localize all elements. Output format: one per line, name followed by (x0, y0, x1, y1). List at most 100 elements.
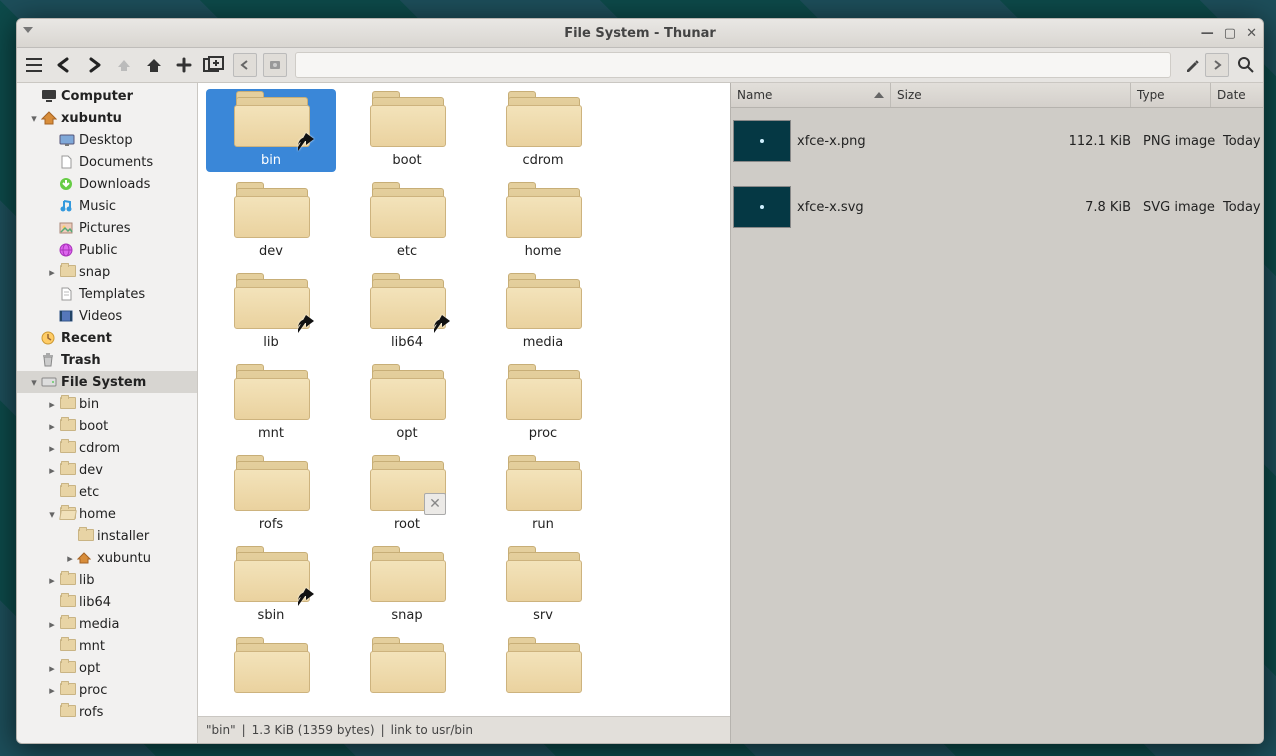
sidebar-fs-mnt[interactable]: mnt (17, 635, 197, 657)
folder-sbin[interactable]: sbin (206, 544, 336, 627)
preview-header[interactable]: Name Size Type Date (731, 83, 1263, 108)
up-button[interactable] (111, 52, 137, 78)
folder-rofs[interactable]: rofs (206, 453, 336, 536)
column-type[interactable]: Type (1131, 83, 1211, 107)
sidebar-fs-dev[interactable]: ▸ dev (17, 459, 197, 481)
folder-icon (59, 264, 77, 280)
sidebar-recent[interactable]: Recent (17, 327, 197, 349)
sidebar-fs-etc[interactable]: etc (17, 481, 197, 503)
sidebar-home[interactable]: ▾ xubuntu (17, 107, 197, 129)
sidebar-filesystem[interactable]: ▾ File System (17, 371, 197, 393)
folder-partial[interactable] (478, 635, 608, 703)
close-button[interactable]: ✕ (1246, 26, 1257, 41)
edit-path-button[interactable] (1179, 52, 1205, 78)
path-root-icon[interactable] (263, 53, 287, 77)
expander-icon[interactable]: ▸ (45, 398, 59, 411)
expander-icon[interactable]: ▸ (45, 618, 59, 631)
minimize-button[interactable]: — (1201, 26, 1214, 41)
expander-icon[interactable]: ▸ (45, 684, 59, 697)
sidebar-item-music[interactable]: Music (17, 195, 197, 217)
column-size[interactable]: Size (891, 83, 1131, 107)
folder-bin[interactable]: bin (206, 89, 336, 172)
folder-partial[interactable] (206, 635, 336, 703)
sidebar-fs-rofs[interactable]: rofs (17, 701, 197, 723)
sidebar-fs-installer[interactable]: installer (17, 525, 197, 547)
sidebar-item-templates[interactable]: Templates (17, 283, 197, 305)
sidebar-fs-media[interactable]: ▸ media (17, 613, 197, 635)
column-date[interactable]: Date (1211, 83, 1263, 107)
new-tab-button[interactable] (201, 52, 227, 78)
folder-lib64[interactable]: lib64 (342, 271, 472, 354)
sidebar-fs-opt[interactable]: ▸ opt (17, 657, 197, 679)
preview-row[interactable]: xfce-x.svg 7.8 KiB SVG image Today (731, 174, 1263, 240)
sidebar-trash[interactable]: Trash (17, 349, 197, 371)
sidebar-item-public[interactable]: Public (17, 239, 197, 261)
sidebar-fs-lib64[interactable]: lib64 (17, 591, 197, 613)
preview-body[interactable]: xfce-x.png 112.1 KiB PNG image Today xfc… (731, 108, 1263, 743)
column-name[interactable]: Name (731, 83, 891, 107)
expander-icon[interactable]: ▸ (45, 442, 59, 455)
folder-home[interactable]: home (478, 180, 608, 263)
sidebar-computer[interactable]: Computer (17, 85, 197, 107)
sidebar-fs-home[interactable]: ▾ home (17, 503, 197, 525)
folder-boot[interactable]: boot (342, 89, 472, 172)
expander-icon[interactable]: ▾ (27, 112, 41, 125)
folder-root[interactable]: ✕ root (342, 453, 472, 536)
new-button[interactable] (171, 52, 197, 78)
folder-run[interactable]: run (478, 453, 608, 536)
sidebar-fs-cdrom[interactable]: ▸ cdrom (17, 437, 197, 459)
expander-icon[interactable]: ▸ (63, 552, 77, 565)
sidebar-item-documents[interactable]: Documents (17, 151, 197, 173)
folder-proc[interactable]: proc (478, 362, 608, 445)
folder-icon (59, 660, 77, 676)
sidebar-item-videos[interactable]: Videos (17, 305, 197, 327)
sidebar-fs-boot[interactable]: ▸ boot (17, 415, 197, 437)
folder-icon (502, 275, 584, 331)
folder-srv[interactable]: srv (478, 544, 608, 627)
hamburger-menu-icon[interactable] (21, 52, 47, 78)
home-button[interactable] (141, 52, 167, 78)
sidebar-item-desktop[interactable]: Desktop (17, 129, 197, 151)
sidebar-fs-lib[interactable]: ▸ lib (17, 569, 197, 591)
folder-mnt[interactable]: mnt (206, 362, 336, 445)
sidebar-fs-bin[interactable]: ▸ bin (17, 393, 197, 415)
sidebar-item-pictures[interactable]: Pictures (17, 217, 197, 239)
expander-icon[interactable]: ▸ (45, 574, 59, 587)
icon-view[interactable]: bin boot cdrom dev etc home lib (198, 83, 730, 716)
sidebar[interactable]: Computer ▾ xubuntu Desktop Documents Dow… (17, 83, 198, 743)
preview-row[interactable]: xfce-x.png 112.1 KiB PNG image Today (731, 108, 1263, 174)
sidebar-fs-proc[interactable]: ▸ proc (17, 679, 197, 701)
back-button[interactable] (51, 52, 77, 78)
folder-lib[interactable]: lib (206, 271, 336, 354)
path-next-button[interactable] (1205, 53, 1229, 77)
path-prev-button[interactable] (233, 53, 257, 77)
folder-etc[interactable]: etc (342, 180, 472, 263)
sidebar-fs-xubuntu[interactable]: ▸ xubuntu (17, 547, 197, 569)
downloads-icon (59, 177, 77, 191)
folder-icon (230, 275, 312, 331)
folder-media[interactable]: media (478, 271, 608, 354)
folder-label: run (532, 517, 554, 532)
expander-icon[interactable]: ▾ (45, 508, 59, 521)
folder-cdrom[interactable]: cdrom (478, 89, 608, 172)
trash-icon (41, 353, 59, 367)
folder-icon (230, 366, 312, 422)
folder-snap[interactable]: snap (342, 544, 472, 627)
pictures-icon (59, 222, 77, 234)
sidebar-item-downloads[interactable]: Downloads (17, 173, 197, 195)
folder-partial[interactable] (342, 635, 472, 703)
expander-icon[interactable]: ▸ (45, 464, 59, 477)
folder-dev[interactable]: dev (206, 180, 336, 263)
maximize-button[interactable]: ▢ (1224, 26, 1236, 41)
forward-button[interactable] (81, 52, 107, 78)
folder-opt[interactable]: opt (342, 362, 472, 445)
expander-icon[interactable]: ▸ (45, 662, 59, 675)
path-bar[interactable] (295, 52, 1171, 78)
titlebar[interactable]: File System - Thunar — ▢ ✕ (17, 19, 1263, 48)
window-menu-icon[interactable] (23, 27, 33, 33)
expander-icon[interactable]: ▾ (27, 376, 41, 389)
expander-icon[interactable]: ▸ (45, 266, 59, 279)
sidebar-item-snap[interactable]: ▸ snap (17, 261, 197, 283)
search-button[interactable] (1233, 52, 1259, 78)
expander-icon[interactable]: ▸ (45, 420, 59, 433)
